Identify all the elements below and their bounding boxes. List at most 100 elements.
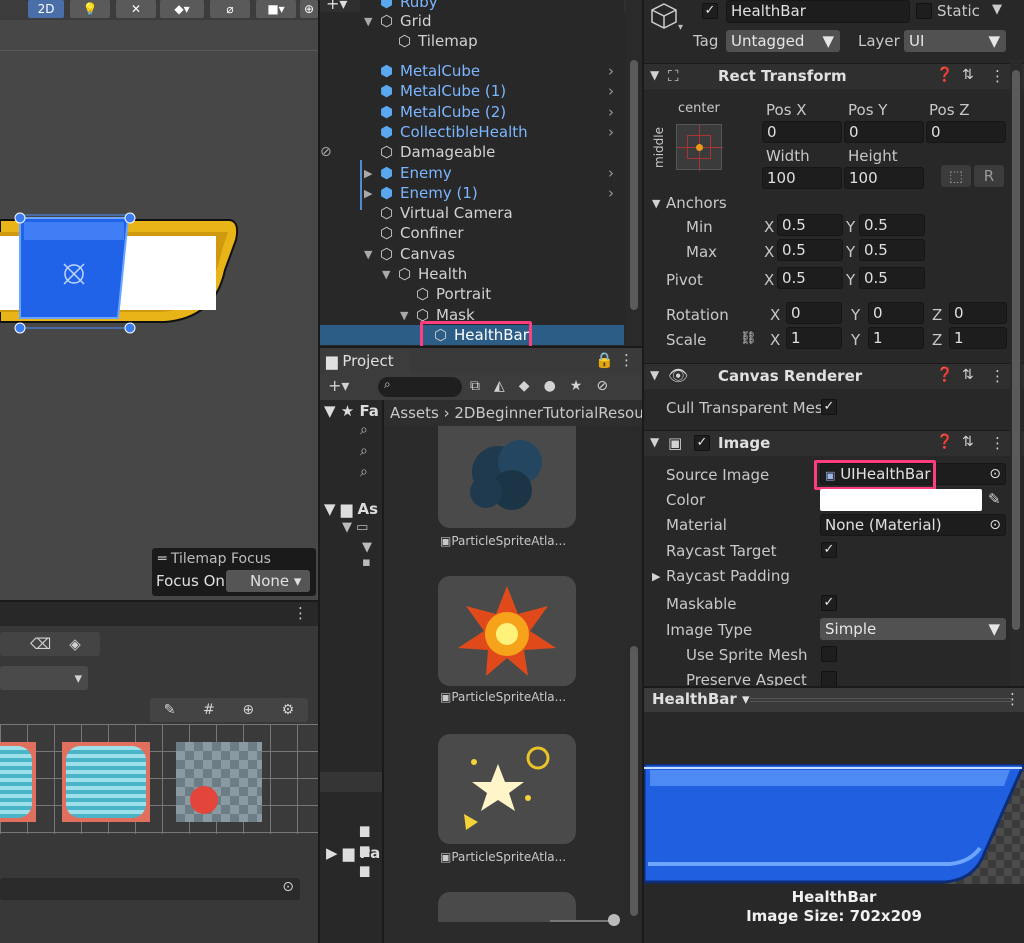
help-icon[interactable]: ❓ (936, 434, 953, 450)
rotation-y-field[interactable]: 0 (868, 302, 924, 324)
scale-y-field[interactable]: 1 (868, 327, 924, 349)
cull-transparent-checkbox[interactable]: ✓ (821, 399, 837, 415)
preserve-aspect-checkbox[interactable] (821, 671, 837, 686)
project-search-input[interactable]: ⌕ (378, 377, 462, 397)
collapse-arrow-icon[interactable]: ▶ (364, 187, 372, 200)
pos-x-field[interactable]: 0 (762, 121, 842, 143)
palette-grid[interactable] (0, 724, 318, 834)
zoom-slider[interactable] (550, 920, 616, 922)
palette-field[interactable]: ⊙ (0, 878, 300, 900)
hierarchy-item[interactable]: ▶ ⬢ Enemy (1) › (320, 183, 624, 203)
palette-dropdown[interactable]: ▾ (0, 666, 88, 690)
more-menu-icon[interactable]: ⋮ (293, 604, 308, 622)
hierarchy-item[interactable]: ▼ ⬡ Canvas (320, 244, 624, 264)
favorites-node[interactable]: ▼ ★ Fa (324, 402, 379, 420)
lock-icon[interactable]: 🔒 (595, 351, 614, 369)
rotation-z-field[interactable]: 0 (949, 302, 1007, 324)
expand-arrow-icon[interactable]: ▼ (400, 309, 408, 322)
vertical-splitter[interactable] (642, 0, 644, 943)
help-icon[interactable]: ❓ (936, 367, 953, 383)
presets-icon[interactable]: ⇅ (962, 67, 974, 83)
water-tile[interactable] (0, 742, 36, 822)
stone-tile[interactable] (176, 742, 262, 822)
preview-object-dropdown[interactable]: HealthBar ▾ (652, 690, 750, 708)
help-icon[interactable]: ❓ (936, 67, 953, 83)
anchor-min-y-field[interactable]: 0.5 (859, 214, 925, 236)
presets-icon[interactable]: ⇅ (962, 434, 974, 450)
anchor-presets-button[interactable] (676, 124, 723, 171)
hierarchy-item[interactable]: ⬢ MetalCube › (320, 61, 624, 81)
asset-thumbnail[interactable] (438, 734, 576, 844)
raycast-target-checkbox[interactable]: ✓ (821, 542, 837, 558)
2d-mode-button[interactable]: 2D (28, 0, 64, 18)
scene-view[interactable]: 2D 💡 ✕ ◆▾ ⌀ ■▾ ⊕ ═ Tilemap Focus Focus O… (0, 0, 318, 600)
hidden-objects-icon[interactable]: ⌀ (210, 0, 250, 18)
tree-selected-row[interactable] (320, 772, 382, 792)
prefab-open-icon[interactable]: › (608, 82, 614, 100)
maskable-checkbox[interactable]: ✓ (821, 595, 837, 611)
raw-edit-button[interactable]: R (974, 165, 1004, 187)
width-field[interactable]: 100 (762, 167, 842, 189)
horizontal-splitter[interactable] (0, 600, 318, 602)
assets-node[interactable]: ▼ ▆ As (324, 500, 378, 518)
constrain-proportions-icon[interactable]: ⛓ (740, 331, 757, 346)
hierarchy-item[interactable]: ⬡ HealthBar (320, 321, 624, 346)
healthbar-scene-object[interactable] (0, 210, 245, 335)
zoom-slider-handle[interactable] (608, 914, 620, 926)
assets-child[interactable]: ▼ ▭ (342, 520, 368, 535)
active-checkbox[interactable]: ✓ (702, 3, 718, 19)
scale-z-field[interactable]: 1 (949, 327, 1007, 349)
packages-node[interactable]: ▶ ▆ Pa (326, 844, 380, 862)
object-name-field[interactable]: HealthBar (726, 0, 910, 23)
horizontal-splitter[interactable] (644, 686, 1024, 688)
gizmo-icon[interactable]: ⊕ (242, 702, 254, 718)
anchor-max-x-field[interactable]: 0.5 (777, 239, 843, 261)
prefab-open-icon[interactable]: › (608, 123, 614, 141)
asset-thumbnail[interactable] (438, 426, 576, 528)
color-swatch[interactable] (820, 489, 982, 511)
anchor-min-x-field[interactable]: 0.5 (777, 214, 843, 236)
hierarchy-item[interactable]: ⬡ Tilemap (320, 31, 624, 51)
breadcrumb-folder[interactable]: 2DBeginnerTutorialResou (454, 404, 642, 422)
expand-arrow-icon[interactable]: ▼ (364, 248, 372, 261)
search-by-type-icon[interactable]: ⧉ (470, 378, 480, 394)
object-picker-icon[interactable]: ⊙ (989, 464, 1001, 484)
hierarchy-item[interactable]: ▶ ⬢ Enemy › (320, 163, 624, 183)
more-menu-icon[interactable]: ⋮ (619, 351, 634, 369)
pos-z-field[interactable]: 0 (926, 121, 1006, 143)
preview-drag-handle[interactable] (750, 698, 1012, 702)
prefab-open-icon[interactable]: › (608, 62, 614, 80)
anchors-arrow-icon[interactable]: ▼ (652, 197, 660, 210)
expand-arrow-icon[interactable]: ▼ (364, 15, 372, 28)
rotation-x-field[interactable]: 0 (786, 302, 842, 324)
breadcrumb-assets[interactable]: Assets (390, 404, 439, 422)
tag-dropdown[interactable]: Untagged ▼ (726, 30, 840, 52)
inspector-scrollbar[interactable] (1010, 60, 1022, 686)
pivot-y-field[interactable]: 0.5 (859, 267, 925, 289)
static-checkbox[interactable] (916, 3, 932, 19)
canvas-renderer-header[interactable]: ▼ 👁 Canvas Renderer ❓ ⇅ ⋮ (644, 363, 1024, 389)
audio-mute-icon[interactable]: ✕ (116, 0, 156, 18)
hierarchy-item[interactable]: ⬡ Damageable (320, 142, 624, 162)
settings-icon[interactable]: ⚙ (282, 702, 295, 718)
hierarchy-item[interactable]: ▼ ⬡ Grid (320, 11, 624, 31)
tab-project[interactable]: ▆ Project (326, 348, 410, 374)
pivot-x-field[interactable]: 0.5 (777, 267, 843, 289)
use-sprite-mesh-checkbox[interactable] (821, 646, 837, 662)
hierarchy-item[interactable]: ⬡ Virtual Camera (320, 203, 624, 223)
scale-x-field[interactable]: 1 (786, 327, 842, 349)
pencil-icon[interactable]: ✎ (164, 702, 176, 718)
eraser-icon[interactable]: ⌫ (30, 635, 51, 653)
component-menu-icon[interactable]: ⋮ (990, 367, 1005, 385)
prefab-open-icon[interactable]: › (608, 184, 614, 202)
filter-type-icon[interactable]: ◭ (494, 378, 505, 394)
lighting-icon[interactable]: 💡 (70, 0, 110, 18)
hierarchy-item[interactable]: ⬢ CollectibleHealth › (320, 122, 624, 142)
hierarchy-item[interactable]: ⬡ Confiner (320, 223, 624, 243)
horizontal-splitter[interactable] (320, 346, 642, 348)
raycast-padding-arrow-icon[interactable]: ▶ (652, 570, 660, 583)
hierarchy-scrollbar[interactable] (626, 0, 642, 346)
more-menu-icon[interactable]: ⋮ (1005, 690, 1020, 708)
height-field[interactable]: 100 (844, 167, 924, 189)
anchor-max-y-field[interactable]: 0.5 (859, 239, 925, 261)
